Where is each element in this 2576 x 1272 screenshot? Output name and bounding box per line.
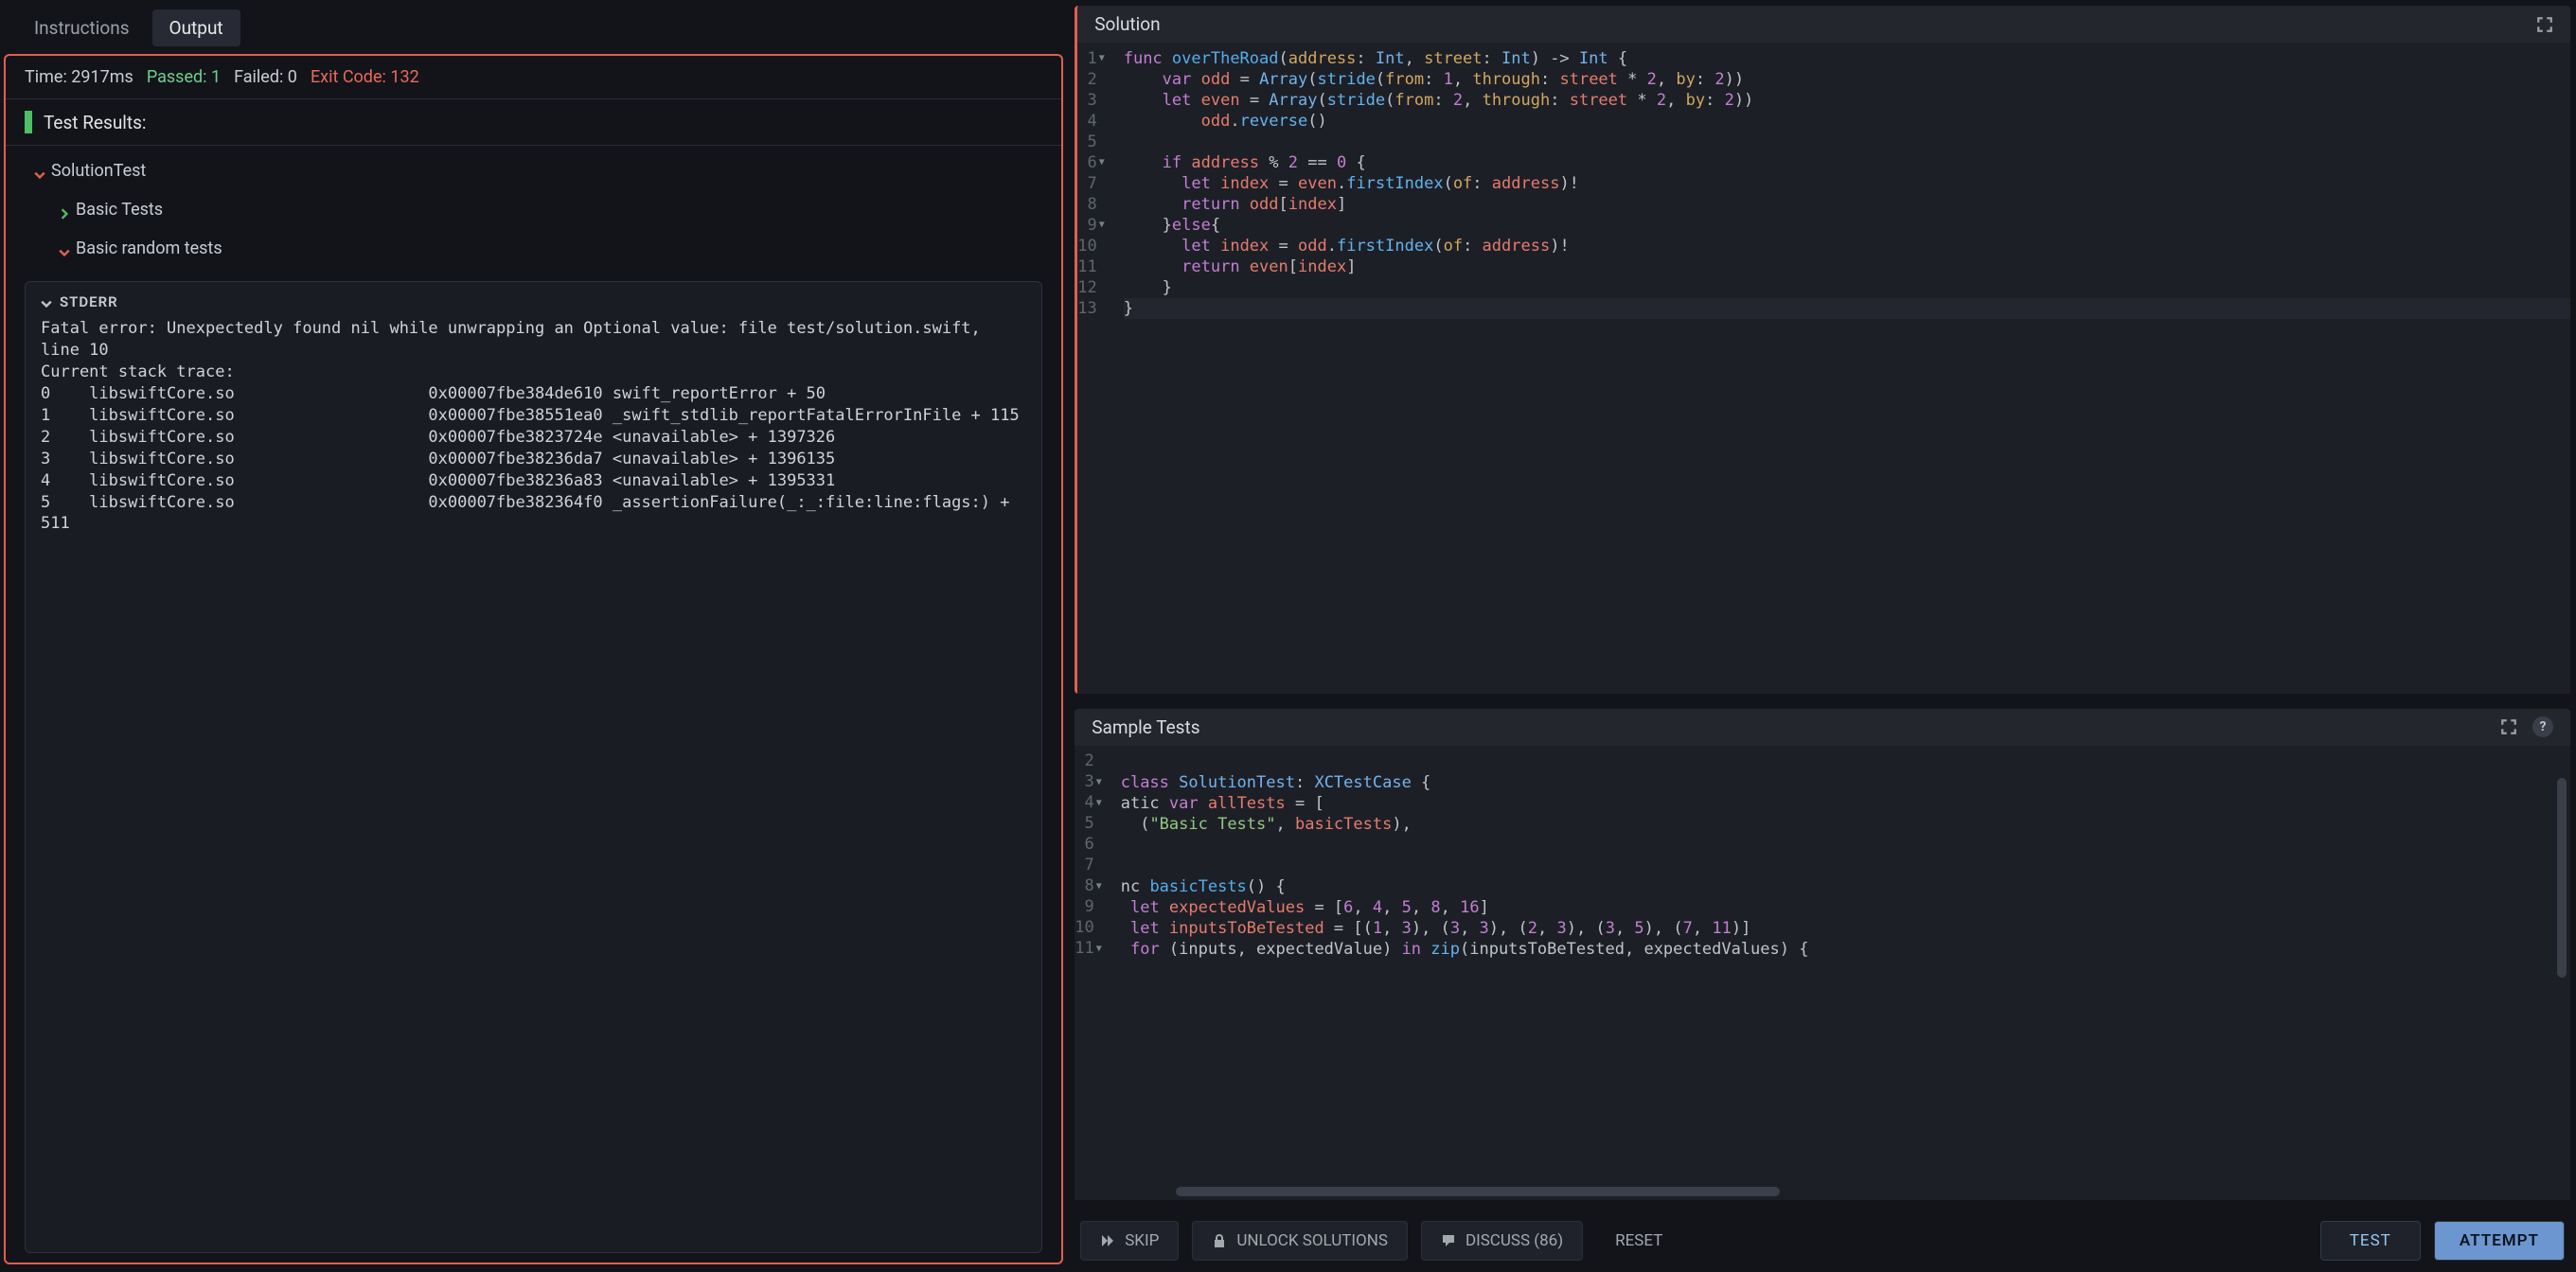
skip-button[interactable]: SKIP (1080, 1221, 1179, 1261)
tree-suite-label: SolutionTest (51, 161, 146, 181)
test-label: TEST (2350, 1231, 2391, 1250)
sample-editor[interactable]: 2 3▼4▼5 6 7 8▼9 10 11▼ class SolutionTes… (1075, 746, 2570, 1200)
status-bar: Time: 2917ms Passed: 1 Failed: 0 Exit Co… (6, 56, 1061, 99)
stderr-label: STDERR (60, 293, 118, 310)
lock-icon (1212, 1233, 1227, 1248)
discuss-icon (1441, 1233, 1456, 1248)
tab-instructions[interactable]: Instructions (17, 9, 147, 46)
panel-title-solution: Solution (1094, 13, 1160, 35)
solution-editor[interactable]: 1▼2 3 4 5 6▼7 8 9▼10 11 12 13 func overT… (1077, 43, 2570, 694)
test-basic-random[interactable]: Basic random tests (9, 229, 1057, 268)
unlock-label: UNLOCK SOLUTIONS (1236, 1231, 1388, 1250)
help-icon[interactable]: ? (2532, 716, 2553, 737)
attempt-button[interactable]: ATTEMPT (2434, 1221, 2565, 1261)
test-basic-tests[interactable]: Basic Tests (9, 190, 1057, 229)
scrollbar-horizontal[interactable] (1118, 1187, 2557, 1196)
test-tree: SolutionTest Basic Tests Basic random te… (6, 146, 1061, 274)
suite-solutiontest[interactable]: SolutionTest (9, 151, 1057, 190)
tab-output[interactable]: Output (152, 9, 240, 46)
stderr-box: STDERR Fatal error: Unexpectedly found n… (25, 281, 1042, 1253)
chevron-right-icon (59, 204, 70, 216)
tree-item-label: Basic Tests (76, 200, 163, 220)
solution-panel: Solution 1▼2 3 4 5 6▼7 8 9▼10 11 12 13 f… (1075, 6, 2570, 694)
reset-button[interactable]: RESET (1596, 1222, 1681, 1260)
test-results-header: Test Results: (6, 99, 1061, 146)
tree-item-label: Basic random tests (76, 238, 222, 258)
status-passed: Passed: 1 (147, 67, 221, 87)
test-button[interactable]: TEST (2320, 1221, 2421, 1261)
output-panel: Time: 2917ms Passed: 1 Failed: 0 Exit Co… (4, 54, 1063, 1264)
expand-icon[interactable] (2536, 16, 2553, 33)
discuss-label: DISCUSS (86) (1466, 1231, 1563, 1250)
chevron-down-icon (59, 243, 70, 255)
status-failed: Failed: 0 (234, 67, 297, 87)
discuss-button[interactable]: DISCUSS (86) (1421, 1221, 1583, 1261)
status-exit: Exit Code: 132 (311, 67, 419, 87)
panel-title-sample: Sample Tests (1092, 716, 1199, 738)
skip-icon (1100, 1233, 1115, 1248)
stderr-body: Fatal error: Unexpectedly found nil whil… (41, 318, 1026, 535)
status-time: Time: 2917ms (25, 67, 133, 87)
expand-icon[interactable] (2500, 718, 2517, 735)
chevron-down-icon (34, 166, 45, 177)
sample-tests-panel: Sample Tests ? 2 3▼4▼5 6 7 8▼9 10 11▼ cl… (1075, 709, 2570, 1200)
bottom-bar: SKIP UNLOCK SOLUTIONS DISCUSS (86) RESET… (1075, 1215, 2570, 1266)
chevron-down-icon (41, 296, 52, 308)
unlock-button[interactable]: UNLOCK SOLUTIONS (1192, 1221, 1408, 1261)
results-label: Test Results: (44, 112, 147, 133)
skip-label: SKIP (1125, 1231, 1159, 1250)
stderr-toggle[interactable]: STDERR (41, 293, 1026, 310)
attempt-label: ATTEMPT (2460, 1231, 2539, 1250)
reset-label: RESET (1615, 1231, 1662, 1250)
scrollbar-vertical[interactable] (2557, 778, 2567, 1194)
